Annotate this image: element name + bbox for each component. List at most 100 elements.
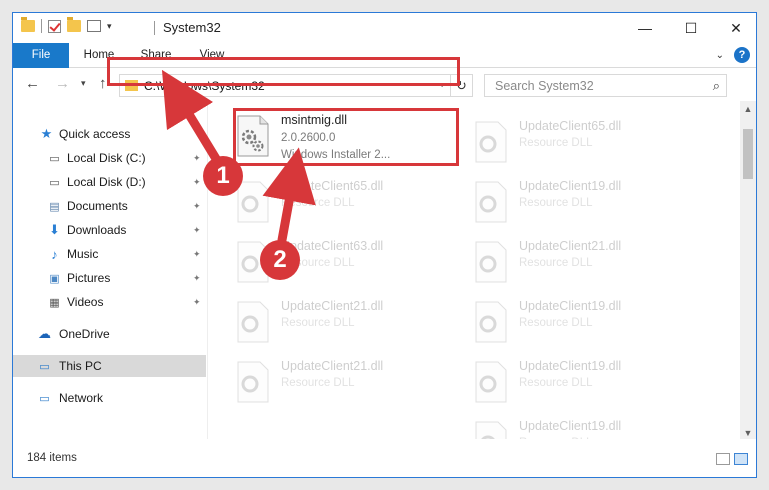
tab-share[interactable]: Share (133, 43, 179, 68)
file-type: Resource DLL (519, 197, 593, 209)
nav-item-downloads[interactable]: ⬇ Downloads ✦ (13, 219, 206, 241)
search-input[interactable]: Search System32 ⌕ (484, 74, 727, 97)
star-icon: ★ (40, 126, 53, 141)
nav-item-label: Quick access (59, 127, 131, 141)
nav-item-onedrive[interactable]: ☁ OneDrive (13, 323, 206, 345)
file-item[interactable]: UpdateClient19.dll Resource DLL (473, 177, 703, 235)
pin-icon[interactable]: ✦ (193, 249, 201, 260)
nav-item-videos[interactable]: ▦ Videos ✦ (13, 291, 206, 313)
details-view-icon[interactable] (716, 453, 730, 465)
title-divider (154, 21, 155, 35)
nav-item-network[interactable]: ▭ Network (13, 387, 206, 409)
pin-icon[interactable]: ✦ (193, 201, 201, 212)
help-icon[interactable]: ? (734, 47, 750, 63)
drive-icon: ▭ (49, 176, 60, 189)
file-item-msintmig[interactable]: msintmig.dll 2.0.2600.0 Windows Installe… (235, 111, 465, 169)
item-count: 184 items (27, 452, 77, 464)
pin-icon[interactable]: ✦ (193, 273, 201, 284)
refresh-button[interactable]: ↻ (451, 74, 473, 97)
recent-locations-icon[interactable]: ▾ (81, 78, 86, 89)
network-icon: ▭ (39, 392, 50, 405)
file-item[interactable]: UpdateClient19.dll Resource DLL (473, 297, 703, 355)
nav-item-local-disk-c[interactable]: ▭ Local Disk (C:) ✦ (13, 147, 206, 169)
address-bar[interactable]: C:\Windows\System32 ⌵ (119, 74, 451, 97)
pin-icon[interactable]: ✦ (193, 153, 201, 164)
nav-item-quick-access[interactable]: ★ Quick access (13, 123, 206, 145)
nav-item-music[interactable]: ♪ Music ✦ (13, 243, 206, 265)
address-path[interactable]: C:\Windows\System32 (144, 79, 265, 93)
vertical-scrollbar[interactable]: ▲ ▼ (740, 101, 756, 441)
tiles-view-icon[interactable] (734, 453, 748, 465)
pin-icon[interactable]: ✦ (193, 297, 201, 308)
nav-item-label: Documents (67, 199, 128, 213)
file-name: UpdateClient21.dll (281, 299, 384, 313)
tab-view[interactable]: View (189, 43, 235, 68)
drive-icon: ▭ (49, 152, 60, 165)
maximize-button[interactable]: ☐ (668, 13, 714, 43)
file-item[interactable]: UpdateClient19.dll Resource DLL (473, 417, 703, 441)
pin-icon[interactable]: ✦ (193, 225, 201, 236)
window-title: System32 (163, 20, 221, 35)
file-name: UpdateClient65.dll (519, 119, 622, 133)
chevron-down-icon[interactable]: ▾ (107, 21, 112, 32)
dll-gear-icon (237, 181, 269, 223)
music-icon: ♪ (51, 246, 58, 262)
new-folder-icon[interactable] (67, 17, 81, 32)
scroll-up-icon[interactable]: ▲ (740, 101, 756, 117)
file-item[interactable]: UpdateClient21.dll Resource DLL (235, 357, 465, 415)
file-item[interactable]: UpdateClient65.dll Resource DLL (235, 177, 465, 235)
file-type: Resource DLL (519, 137, 593, 149)
scrollbar-thumb[interactable] (743, 129, 753, 179)
file-description: Windows Installer 2... (281, 149, 391, 161)
address-row: ← → ▾ ↑ C:\Windows\System32 ⌵ ↻ Search S… (13, 69, 756, 101)
tab-home[interactable]: Home (75, 43, 123, 68)
close-button[interactable]: ✕ (713, 13, 756, 43)
nav-item-local-disk-d[interactable]: ▭ Local Disk (D:) ✦ (13, 171, 206, 193)
ribbon-expand-icon[interactable]: ⌄ (716, 50, 724, 61)
search-icon[interactable]: ⌕ (713, 78, 720, 94)
minimize-button[interactable]: — (622, 13, 668, 43)
file-item[interactable]: UpdateClient21.dll Resource DLL (473, 237, 703, 295)
forward-arrow-icon[interactable]: → (55, 75, 70, 92)
title-bar: ▾ System32 — ☐ ✕ (13, 13, 756, 43)
nav-item-label: Downloads (67, 223, 127, 237)
nav-item-label: Videos (67, 295, 104, 309)
pin-icon[interactable]: ✦ (193, 177, 201, 188)
file-item[interactable]: UpdateClient21.dll Resource DLL (235, 297, 465, 355)
customize-toolbar-icon[interactable] (87, 20, 101, 32)
nav-item-label: Pictures (67, 271, 111, 285)
chevron-down-icon[interactable]: ⌵ (438, 79, 446, 90)
file-name: UpdateClient19.dll (519, 299, 622, 313)
file-name: UpdateClient21.dll (519, 239, 622, 253)
ribbon-right-controls: ⌄ ? (716, 47, 750, 63)
file-name: UpdateClient19.dll (519, 419, 622, 433)
file-name: UpdateClient65.dll (281, 179, 384, 193)
ribbon-tabs: File Home Share View ⌄ ? (13, 43, 756, 68)
download-icon: ⬇ (49, 222, 60, 237)
dll-gear-icon (237, 361, 269, 403)
file-type: Resource DLL (519, 377, 593, 389)
nav-item-pictures[interactable]: ▣ Pictures ✦ (13, 267, 206, 289)
dll-gear-icon (237, 115, 269, 157)
file-explorer-window: ▾ System32 — ☐ ✕ File Home Share View ⌄ … (12, 12, 757, 478)
quick-access-toolbar: ▾ (21, 17, 112, 33)
navigation-pane: ★ Quick access ▭ Local Disk (C:) ✦ ▭ Loc… (13, 101, 208, 441)
documents-icon: ▤ (49, 200, 60, 213)
file-type: Resource DLL (519, 257, 593, 269)
file-item[interactable]: UpdateClient65.dll Resource DLL (473, 117, 703, 175)
nav-item-documents[interactable]: ▤ Documents ✦ (13, 195, 206, 217)
back-arrow-icon[interactable]: ← (25, 75, 40, 92)
file-item[interactable]: UpdateClient19.dll Resource DLL (473, 357, 703, 415)
file-name: UpdateClient19.dll (519, 179, 622, 193)
properties-check-icon[interactable] (48, 19, 61, 33)
nav-item-this-pc[interactable]: ▭ This PC (13, 355, 206, 377)
dll-gear-icon (475, 361, 507, 403)
file-name: msintmig.dll (281, 113, 347, 127)
up-arrow-icon[interactable]: ↑ (99, 75, 107, 92)
dll-gear-icon (475, 421, 507, 441)
folder-icon[interactable] (21, 17, 35, 32)
computer-icon: ▭ (39, 360, 50, 373)
tab-file[interactable]: File (13, 43, 69, 68)
nav-item-label: This PC (59, 359, 102, 373)
pictures-icon: ▣ (49, 272, 60, 285)
